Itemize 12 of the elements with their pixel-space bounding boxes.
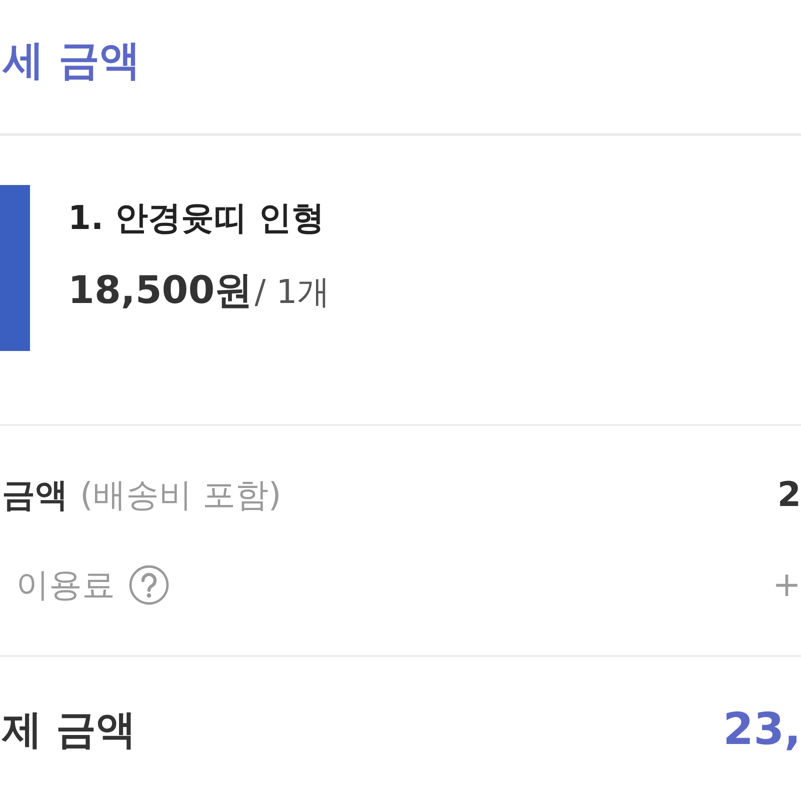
product-name: 1. 안경윳띠 인형 bbox=[68, 197, 326, 239]
help-icon[interactable] bbox=[129, 565, 169, 605]
section-title: 세 금액 bbox=[3, 35, 140, 85]
summary-value: 2 bbox=[777, 474, 801, 517]
summary-label: 이용료 bbox=[16, 564, 115, 606]
total-label: 제 금액 bbox=[2, 706, 136, 755]
summary-value: + bbox=[772, 564, 801, 607]
product-price: 18,500원 bbox=[68, 268, 253, 312]
summary-label: 금액 bbox=[2, 474, 68, 516]
product-quantity: / 1개 bbox=[254, 272, 330, 311]
total-value: 23, bbox=[723, 703, 801, 757]
summary-note: (배송비 포함) bbox=[80, 474, 282, 516]
